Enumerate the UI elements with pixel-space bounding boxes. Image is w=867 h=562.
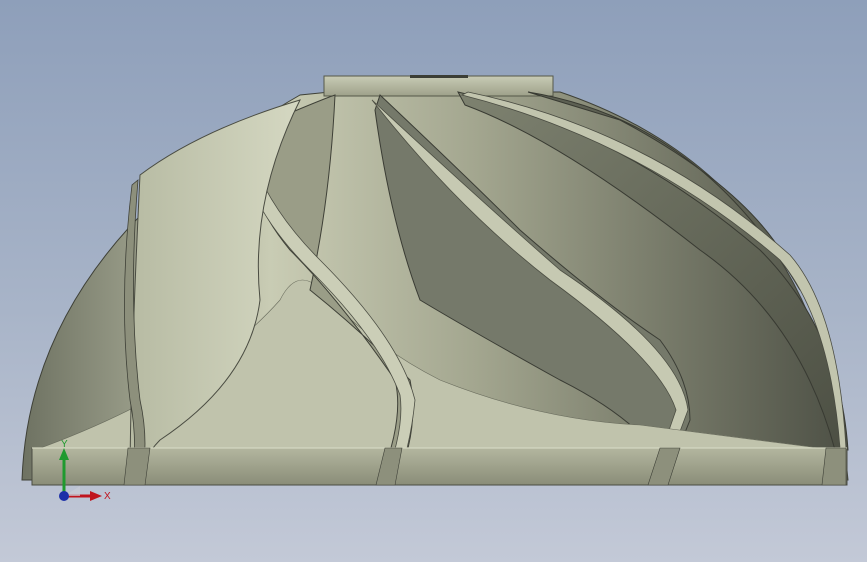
triad-x-arrow xyxy=(90,491,102,501)
coordinate-triad: X Y xyxy=(59,440,111,502)
impeller-base-plate xyxy=(31,447,848,486)
triad-x-label: X xyxy=(104,491,111,502)
shaft-bore-marks xyxy=(410,75,468,78)
blade-root-far-right xyxy=(821,447,847,486)
impeller-hub-shaft xyxy=(323,75,554,97)
cad-viewport[interactable]: X Y xyxy=(0,0,867,562)
impeller-model[interactable] xyxy=(0,0,867,562)
triad-z-axis xyxy=(59,491,69,501)
triad-y-label: Y xyxy=(61,440,68,450)
